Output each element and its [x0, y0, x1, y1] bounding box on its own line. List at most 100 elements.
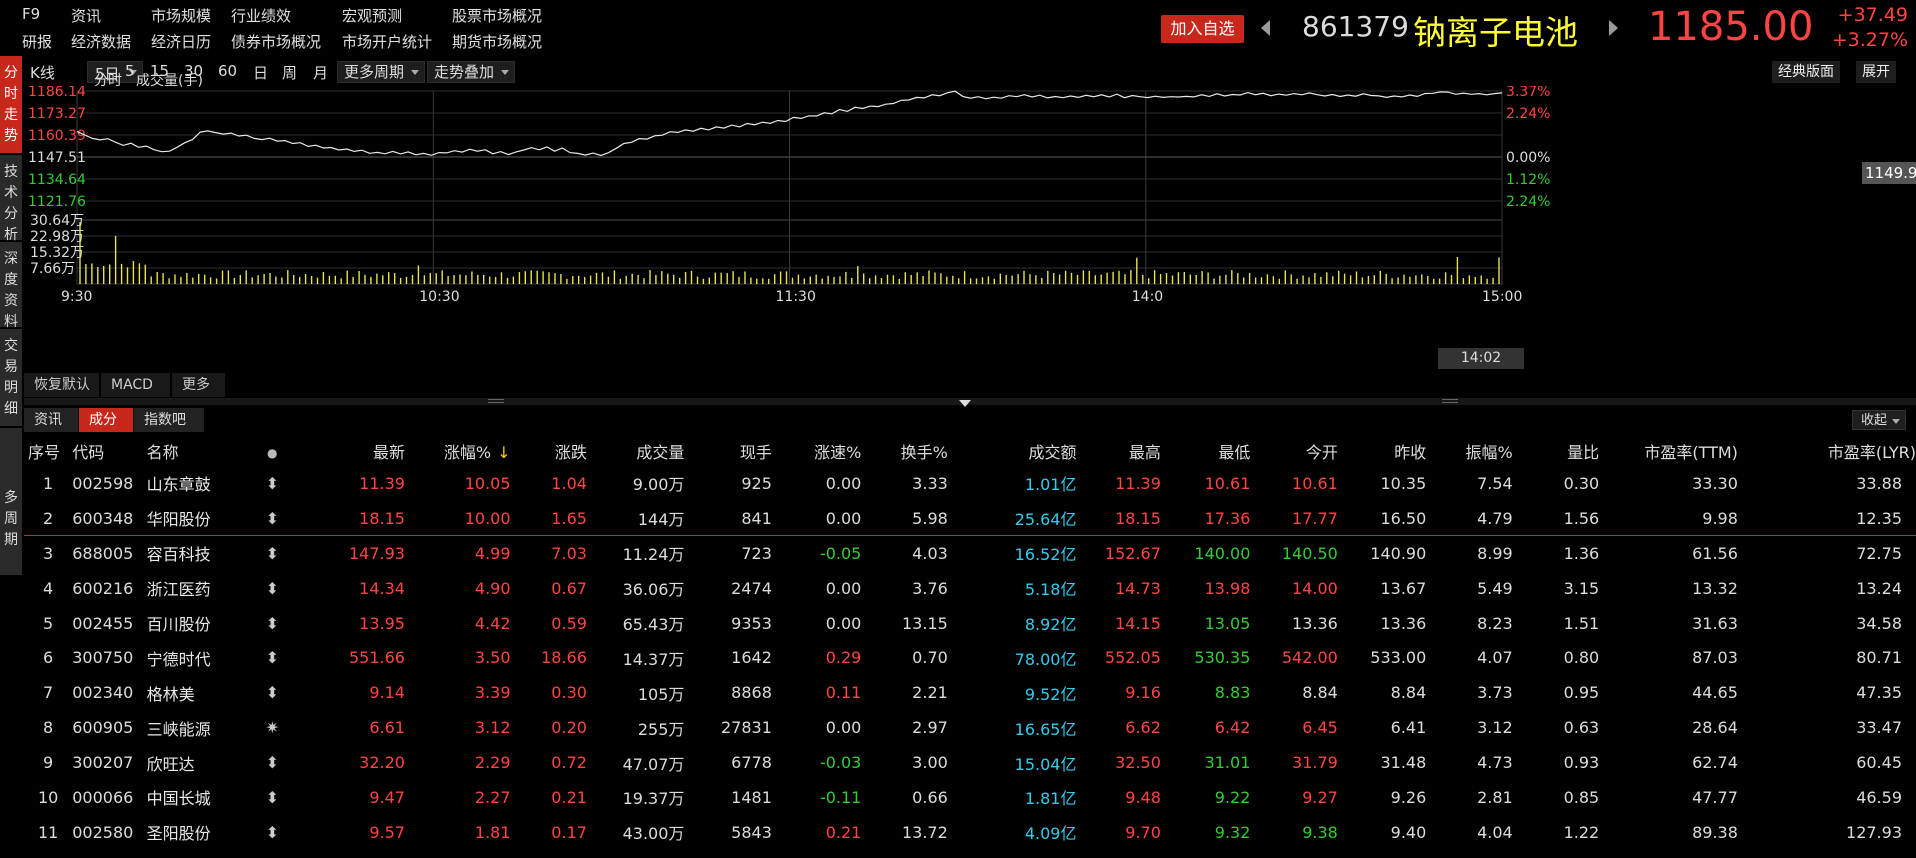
- sort-desc-icon: ↓: [497, 443, 511, 462]
- col-code-header[interactable]: 代码: [72, 436, 146, 466]
- col-amplitude-header[interactable]: 振幅%: [1426, 436, 1513, 466]
- kline-button[interactable]: K线: [30, 62, 55, 83]
- nav-economic-calendar[interactable]: 经济日历: [151, 31, 211, 52]
- tab-constituents[interactable]: 成分: [79, 408, 133, 432]
- col-amplitude-cell: 4.07: [1477, 648, 1513, 668]
- col-pe-lyr-cell: 33.88: [1856, 473, 1902, 493]
- more-periods-dropdown[interactable]: 更多周期: [337, 61, 426, 83]
- nav-industry-performance[interactable]: 行业绩效: [231, 5, 291, 26]
- col-pe-ttm-header[interactable]: 市盈率(TTM): [1599, 436, 1738, 466]
- table-row[interactable]: 2 600348 华阳股份 ⬍ 18.15 10.00 1.65 144万 841 0.00 5.9…: [24, 500, 1916, 537]
- col-amplitude-cell: 8.99: [1477, 543, 1513, 563]
- volume-axis-label: 15.32万: [30, 245, 84, 261]
- table-row[interactable]: 8 600905 三峡能源 ✷ 6.61 3.12 0.20 255万 27831 0.00 2.9…: [24, 710, 1916, 745]
- col-pe-lyr-cell: 33.47: [1856, 718, 1902, 738]
- col-name-cell: 欣旺达: [146, 754, 195, 774]
- table-row[interactable]: 3 688005 容百科技 ⬍ 147.93 4.99 7.03 11.24万 723 -0.05…: [24, 536, 1916, 571]
- side-tab-multi-period[interactable]: 多周期: [0, 428, 22, 576]
- nav-f9[interactable]: F9: [22, 5, 40, 23]
- col-speed-cell: -0.05: [819, 543, 862, 563]
- col-low-cell: 31.01: [1204, 753, 1251, 773]
- col-high-header[interactable]: 最高: [1076, 436, 1161, 466]
- add-to-watchlist-button[interactable]: 加入自选: [1161, 15, 1244, 43]
- col-change-pct-cell: 2.27: [474, 787, 511, 807]
- col-open-cell: 8.84: [1302, 683, 1338, 703]
- col-amplitude-cell: 4.73: [1477, 753, 1513, 773]
- col-current-hand-header[interactable]: 现手: [684, 436, 772, 466]
- table-row[interactable]: 6 300750 宁德时代 ⬍ 551.66 3.50 18.66 14.37万 1642 0.2…: [24, 640, 1916, 675]
- col-code-cell: 600348: [72, 500, 147, 537]
- col-index-cell: 1: [43, 473, 54, 493]
- col-volume-ratio-header[interactable]: 量比: [1513, 436, 1599, 466]
- col-turnover-header[interactable]: 换手%: [861, 436, 948, 466]
- intraday-chart[interactable]: 1186.14 1173.27 1160.39 1147.51 1134.64 1121.…: [24, 73, 1916, 376]
- col-amount-header[interactable]: 成交额: [948, 436, 1076, 466]
- col-name-cell: 浙江医药: [146, 580, 211, 600]
- col-latest-header[interactable]: 最新: [287, 436, 405, 466]
- side-tab-trades[interactable]: 交易明细: [0, 329, 22, 427]
- col-change-pct-cell: 4.99: [474, 543, 511, 563]
- nav-market-size[interactable]: 市场规模: [151, 5, 211, 26]
- expand-button[interactable]: 展开: [1856, 61, 1896, 83]
- reset-default-button[interactable]: 恢复默认: [24, 373, 100, 397]
- table-row[interactable]: 5 002455 百川股份 ⬍ 13.95 4.42 0.59 65.43万 9353 0.00 1…: [24, 606, 1916, 641]
- period-60-button[interactable]: 60: [218, 62, 237, 80]
- prev-stock-arrow-icon[interactable]: [1261, 20, 1270, 36]
- col-amplitude-cell: 7.54: [1477, 473, 1513, 493]
- col-flag-header[interactable]: ●: [257, 436, 287, 466]
- col-open-cell: 9.38: [1302, 822, 1338, 842]
- col-latest-cell: 9.57: [369, 822, 405, 842]
- nav-stock-market-overview[interactable]: 股票市场概况: [452, 5, 542, 26]
- table-row[interactable]: 7 002340 格林美 ⬍ 9.14 3.39 0.30 105万 8868 0.11 2.21 9…: [24, 675, 1916, 710]
- col-pe-ttm-cell: 9.98: [1599, 500, 1738, 537]
- col-change-cell: 1.65: [510, 500, 587, 537]
- tab-news[interactable]: 资讯: [24, 408, 78, 432]
- next-stock-arrow-icon[interactable]: [1609, 20, 1618, 36]
- classic-layout-button[interactable]: 经典版面: [1772, 61, 1840, 83]
- col-change-pct-header[interactable]: 涨幅% ↓: [405, 436, 511, 466]
- period-5-button[interactable]: 5: [125, 62, 135, 80]
- col-volume-header[interactable]: 成交量: [587, 436, 684, 466]
- col-index-header[interactable]: 序号: [24, 436, 72, 466]
- table-row[interactable]: 10 000066 中国长城 ⬍ 9.47 2.27 0.21 19.37万 1481 -0.11…: [24, 780, 1916, 815]
- period-day-button[interactable]: 日: [253, 62, 268, 83]
- col-pe-lyr-header[interactable]: 市盈率(LYR): [1738, 436, 1916, 466]
- more-indicators-tab[interactable]: 更多: [172, 373, 226, 397]
- side-tab-technical[interactable]: 技术分析: [0, 155, 22, 243]
- col-volume-ratio-cell: 0.30: [1563, 473, 1600, 493]
- col-name-cell: 圣阳股份: [146, 824, 211, 844]
- macd-tab[interactable]: MACD: [101, 373, 171, 397]
- table-row[interactable]: 1 002598 山东章鼓 ⬍ 11.39 10.05 1.04 9.00万 925 0.00 3.…: [24, 466, 1916, 501]
- col-low-header[interactable]: 最低: [1161, 436, 1250, 466]
- nav-research[interactable]: 研报: [22, 31, 52, 52]
- table-row[interactable]: 11 002580 圣阳股份 ⬍ 9.57 1.81 0.17 43.00万 5843 0.21 1…: [24, 815, 1916, 850]
- table-row[interactable]: 9 300207 欣旺达 ⬍ 32.20 2.29 0.72 47.07万 6778 -0.03 3…: [24, 745, 1916, 780]
- stock-flag-icon: ⬍: [265, 613, 279, 633]
- col-amplitude-cell: 4.04: [1477, 822, 1513, 842]
- table-row[interactable]: 4 600216 浙江医药 ⬍ 14.34 4.90 0.67 36.06万 2474 0.00 3…: [24, 571, 1916, 606]
- nav-account-stats[interactable]: 市场开户统计: [342, 31, 432, 52]
- nav-news[interactable]: 资讯: [71, 5, 101, 26]
- col-low-cell: 6.42: [1214, 718, 1251, 738]
- col-change-pct-cell: 4.90: [474, 578, 511, 598]
- side-tab-depth[interactable]: 深度资料: [0, 242, 22, 330]
- period-week-button[interactable]: 周: [282, 62, 297, 83]
- col-change-header[interactable]: 涨跌: [511, 436, 587, 466]
- col-turnover-header-label: 换手%: [900, 443, 948, 462]
- tab-index-forum[interactable]: 指数吧: [134, 408, 204, 432]
- side-tab-intraday[interactable]: 分时走势: [0, 56, 22, 154]
- col-speed-header[interactable]: 涨速%: [772, 436, 861, 466]
- trend-overlay-dropdown[interactable]: 走势叠加: [427, 61, 516, 83]
- nav-bond-market-overview[interactable]: 债券市场概况: [231, 31, 321, 52]
- nav-futures-overview[interactable]: 期货市场概况: [452, 31, 542, 52]
- nav-macro-forecast[interactable]: 宏观预测: [342, 5, 402, 26]
- col-name-header[interactable]: 名称: [147, 436, 258, 466]
- stock-flag-icon: ⬍: [265, 683, 279, 703]
- legend-volume-label: 成交量(手): [136, 73, 203, 89]
- col-open-header[interactable]: 今开: [1250, 436, 1338, 466]
- collapse-arrow-icon[interactable]: [959, 400, 971, 407]
- col-prev-close-header[interactable]: 昨收: [1338, 436, 1426, 466]
- period-month-button[interactable]: 月: [313, 62, 328, 83]
- nav-economic-data[interactable]: 经济数据: [71, 31, 131, 52]
- collapse-button[interactable]: 收起: [1851, 410, 1906, 430]
